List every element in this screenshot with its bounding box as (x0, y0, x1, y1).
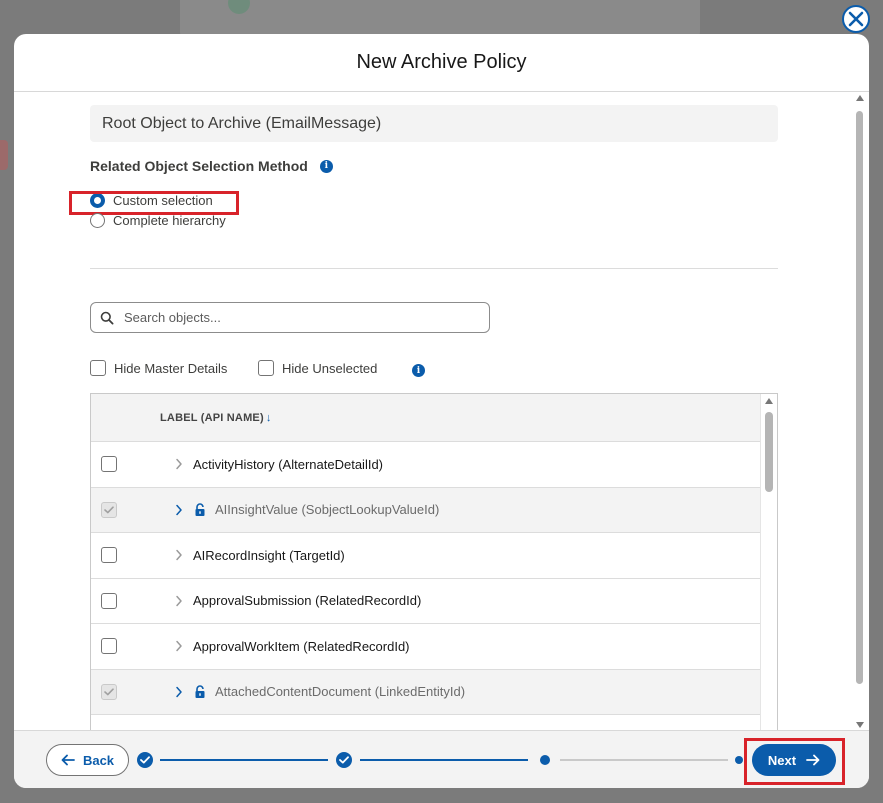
chevron-right-icon[interactable] (173, 595, 185, 607)
selection-method-text: Related Object Selection Method (90, 158, 308, 174)
info-icon[interactable]: i (412, 364, 425, 377)
hide-unselected-checkbox[interactable] (258, 360, 274, 376)
close-icon (848, 11, 864, 27)
close-modal-button[interactable] (842, 5, 870, 33)
row-label: AIRecordInsight (TargetId) (193, 547, 345, 563)
arrow-left-icon (61, 754, 75, 766)
table-row[interactable]: AttachedContentDocument (LinkedEntityId) (91, 668, 762, 714)
search-icon (100, 311, 114, 324)
hide-master-details-checkbox[interactable] (90, 360, 106, 376)
modal-title: New Archive Policy (356, 51, 527, 73)
step-complete-icon (336, 752, 352, 768)
table-row[interactable]: AIInsightValue (SobjectLookupValueId) (91, 486, 762, 532)
scroll-up-icon[interactable] (856, 95, 864, 101)
hide-unselected-filter[interactable]: Hide Unselected (258, 360, 377, 376)
progress-line (160, 759, 328, 761)
radio-button[interactable] (90, 213, 105, 228)
row-label: ActivityHistory (AlternateDetailId) (193, 456, 383, 472)
modal-footer: Back Next (14, 730, 869, 788)
chevron-right-icon[interactable] (173, 458, 185, 470)
scrollbar-thumb[interactable] (765, 412, 773, 492)
search-box[interactable] (90, 302, 490, 333)
related-objects-table: LABEL (API NAME) ↓ ActivityHistory (Alte… (90, 393, 778, 730)
radio-label: Complete hierarchy (113, 213, 226, 228)
row-checkbox-checked (101, 683, 117, 700)
table-body: ActivityHistory (AlternateDetailId) AIIns… (91, 441, 777, 730)
row-checkbox[interactable] (101, 592, 117, 609)
info-icon[interactable]: i (319, 159, 333, 173)
back-label: Back (82, 752, 115, 768)
filter-label: Hide Master Details (114, 360, 228, 376)
section-divider (90, 268, 778, 269)
step-current-indicator (540, 755, 550, 765)
modal-scrollbar[interactable] (855, 93, 867, 730)
chevron-right-icon[interactable] (173, 549, 185, 561)
row-checkbox[interactable] (101, 547, 117, 564)
background-badge (0, 140, 8, 170)
selection-method-label: Related Object Selection Method i (90, 158, 333, 174)
table-row[interactable]: ActivityHistory (AlternateDetailId) (91, 441, 762, 487)
table-row[interactable]: ApprovalSubmission (RelatedRecordId) (91, 577, 762, 623)
row-checkbox[interactable] (101, 456, 117, 473)
scroll-down-icon[interactable] (856, 722, 864, 728)
lock-icon (193, 685, 207, 699)
scroll-up-icon[interactable] (765, 398, 773, 404)
chevron-right-icon[interactable] (173, 640, 185, 652)
column-header-label[interactable]: LABEL (API NAME) (160, 412, 264, 424)
table-scrollbar[interactable] (760, 394, 777, 730)
row-checkbox-checked (101, 501, 117, 518)
row-checkbox[interactable] (101, 638, 117, 655)
highlight-annotation (744, 738, 845, 785)
chevron-right-icon[interactable] (173, 504, 185, 516)
row-label: AIInsightValue (SobjectLookupValueId) (215, 502, 440, 518)
hide-master-details-filter[interactable]: Hide Master Details (90, 360, 227, 376)
table-row[interactable]: ApprovalWorkItem (RelatedRecordId) (91, 623, 762, 669)
sort-arrow-icon[interactable]: ↓ (266, 412, 272, 424)
table-row[interactable]: AIRecordInsight (TargetId) (91, 532, 762, 578)
highlight-annotation (69, 191, 239, 215)
progress-line-pending (560, 759, 728, 761)
chevron-right-icon[interactable] (173, 686, 185, 698)
lock-icon (193, 503, 207, 517)
modal-body: Root Object to Archive (EmailMessage) Re… (14, 93, 869, 730)
row-label: AttachedContentDocument (LinkedEntityId) (215, 684, 466, 700)
filter-label: Hide Unselected (282, 360, 378, 376)
back-button[interactable]: Back (46, 744, 129, 776)
scrollbar-thumb[interactable] (856, 111, 863, 684)
row-label: ApprovalSubmission (RelatedRecordId) (193, 593, 422, 609)
modal-header: New Archive Policy (14, 34, 869, 92)
archive-policy-modal: New Archive Policy Root Object to Archiv… (14, 34, 869, 788)
table-header[interactable]: LABEL (API NAME) ↓ (91, 394, 777, 441)
search-input[interactable] (124, 310, 464, 325)
root-object-field: Root Object to Archive (EmailMessage) (90, 105, 778, 142)
step-next-indicator (735, 756, 743, 764)
table-row[interactable] (91, 714, 762, 730)
row-label: ApprovalWorkItem (RelatedRecordId) (193, 638, 410, 654)
radio-complete-hierarchy[interactable]: Complete hierarchy (90, 213, 226, 228)
step-complete-icon (137, 752, 153, 768)
progress-line (360, 759, 528, 761)
